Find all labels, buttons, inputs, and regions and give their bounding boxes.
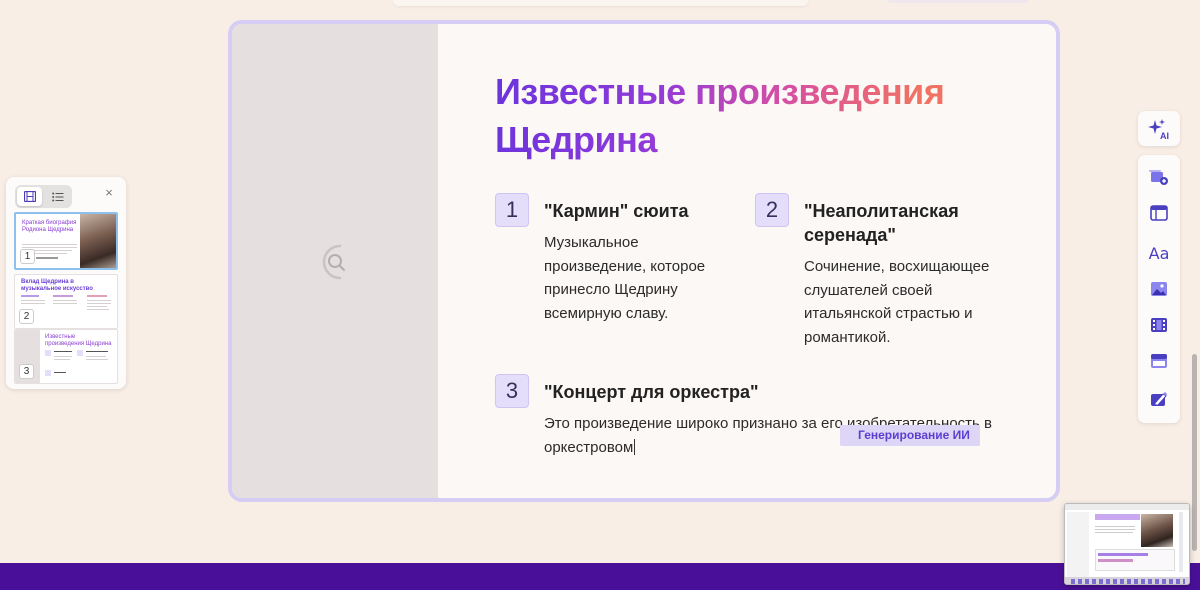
table-icon [1151, 354, 1167, 368]
layout-button[interactable] [1147, 201, 1171, 225]
image-placeholder-area[interactable] [232, 24, 438, 498]
list-view-button[interactable] [45, 187, 70, 206]
slide-content: Известные произведения Щедрина 1 "Кармин… [438, 24, 1056, 498]
image-icon [1151, 282, 1167, 296]
slide-thumbnail-3[interactable]: Известные произведения Щедрина 3 [14, 329, 118, 384]
item-body: Сочинение, восхищающее слушателей своей … [804, 258, 990, 346]
top-toolbar-edge [393, 0, 808, 6]
top-right-control-edge [888, 0, 1028, 3]
slide-title[interactable]: Известные произведения Щедрина [495, 68, 1015, 164]
add-slide-icon [1149, 170, 1168, 185]
ai-label: AI [1160, 131, 1169, 141]
text-cursor [634, 438, 636, 455]
thumbnail-title: Вклад Щедрина в музыкальное искусство [21, 279, 93, 292]
slide-canvas[interactable]: Известные произведения Щедрина 1 "Кармин… [228, 20, 1060, 502]
close-panel-button[interactable]: × [103, 186, 115, 199]
video-button[interactable] [1147, 313, 1171, 337]
thumbnail-number: 1 [20, 249, 35, 264]
thumbnail-progress [36, 257, 58, 259]
table-button[interactable] [1147, 349, 1171, 373]
slide-thumbnail-1[interactable]: Краткая биография Родиона Щедрина 1 [14, 212, 118, 270]
slide-thumbnail-panel: × Краткая биография Родиона Щедрина 1 Вк… [6, 177, 126, 389]
image-button[interactable] [1147, 277, 1171, 301]
thumbnail-number: 3 [19, 364, 34, 379]
grid-view-button[interactable] [17, 187, 42, 206]
video-icon [1151, 318, 1167, 332]
vertical-scrollbar[interactable] [1192, 354, 1197, 551]
item-title: "Неаполитанская серенада" [804, 201, 959, 245]
work-item-3[interactable]: 3 "Концерт для оркестра" Это произведени… [495, 374, 1015, 464]
layout-icon [1150, 205, 1168, 221]
thumbnail-title: Краткая биография Родиона Щедрина [22, 220, 77, 233]
bottom-taskbar [0, 563, 1200, 590]
ai-generating-badge: Генерирование ИИ [840, 425, 980, 446]
right-toolbar: Aa [1138, 155, 1180, 423]
item-body: Музыкальное произведение, которое принес… [544, 234, 706, 322]
ai-assistant-button[interactable]: AI [1138, 111, 1180, 146]
edit-icon [1151, 392, 1167, 406]
window-preview-thumbnail[interactable] [1064, 503, 1190, 585]
text-icon: Aa [1148, 243, 1170, 263]
thumbnail-photo [80, 214, 116, 268]
item-number: 3 [495, 374, 529, 408]
item-title: "Концерт для оркестра" [544, 382, 759, 402]
item-number: 2 [755, 193, 789, 227]
add-slide-button[interactable] [1147, 165, 1171, 189]
edit-button[interactable] [1147, 387, 1171, 411]
text-button[interactable]: Aa [1147, 241, 1171, 265]
item-number: 1 [495, 193, 529, 227]
list-icon [51, 192, 63, 201]
thumbnail-title: Известные произведения Щедрина [45, 334, 112, 347]
view-toggle [15, 185, 72, 208]
slide-thumbnail-2[interactable]: Вклад Щедрина в музыкальное искусство 2 [14, 274, 118, 329]
item-title: "Кармин" сюита [544, 201, 689, 221]
thumbnail-number: 2 [19, 309, 34, 324]
ai-sparkle-icon: AI [1148, 118, 1169, 141]
image-search-icon [322, 244, 345, 280]
filmstrip-icon [23, 191, 36, 202]
work-item-1[interactable]: 1 "Кармин" сюита Музыкальное произведени… [495, 193, 705, 333]
work-item-2[interactable]: 2 "Неаполитанская серенада" Сочинение, в… [755, 193, 989, 353]
